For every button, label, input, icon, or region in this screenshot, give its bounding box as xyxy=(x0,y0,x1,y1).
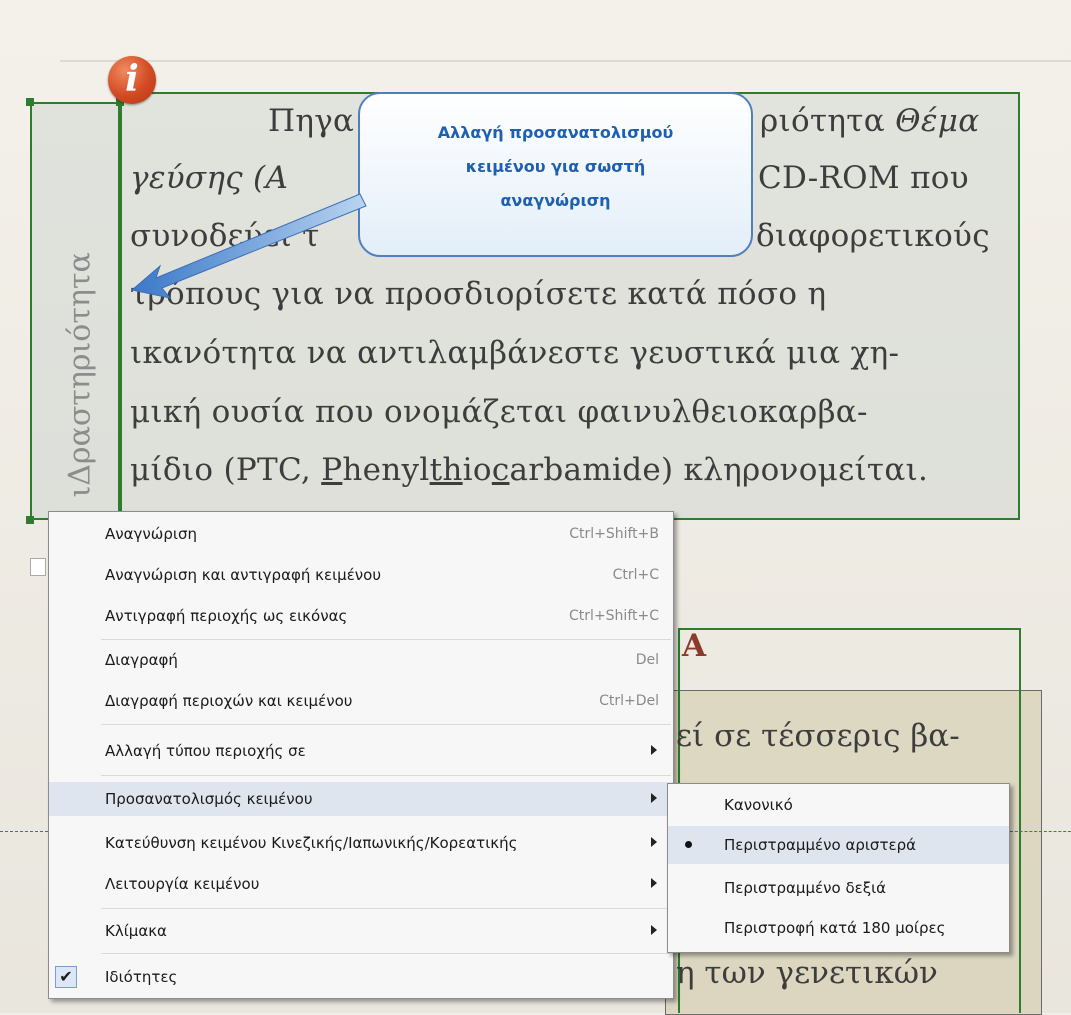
text-line-1-left: Πηγα xyxy=(268,103,355,139)
menu-item-label: Αλλαγή τύπου περιοχής σε xyxy=(105,742,306,760)
text-line-6: μική ουσία που ονομάζεται φαινυλθειοκαρβ… xyxy=(130,394,868,430)
lower-heading-letter: Α xyxy=(682,628,707,664)
dashed-guide-left xyxy=(0,831,48,832)
menu-item-label: Προσανατολισμός κειμένου xyxy=(105,790,313,808)
menu-item-label: Αντιγραφή περιοχής ως εικόνας xyxy=(105,607,348,625)
text-line-1-right: ριότητα Θέμα xyxy=(760,103,979,139)
text-line-1-right-plain: ριότητα xyxy=(760,103,896,139)
text-line-1-italic: Θέμα xyxy=(895,103,980,139)
menu-item-shortcut: Del xyxy=(635,652,659,668)
menu-separator xyxy=(101,908,671,909)
submenu-arrow-icon xyxy=(651,925,657,935)
submenu-item-label: Περιστροφή κατά 180 μοίρες xyxy=(724,919,946,937)
menu-item-label: Ιδιότητες xyxy=(105,968,178,986)
text-line-3-right: διαφορετικούς xyxy=(756,218,990,254)
lower-text-line-1: εί σε τέσσερις βα- xyxy=(676,718,960,754)
submenu-item-label: Περιστραμμένο αριστερά xyxy=(724,836,916,854)
text-line-7-mid1: henyl xyxy=(342,452,430,488)
text-line-7-pre: μίδιο (PTC, xyxy=(130,452,322,488)
submenu-item-normal[interactable]: Κανονικό xyxy=(668,786,1009,824)
menu-item-label: Διαγραφή περιοχών και κειμένου xyxy=(105,692,353,710)
submenu-item-rotated-right[interactable]: Περιστραμμένο δεξιά xyxy=(668,869,1009,907)
menu-item-recognize[interactable]: Αναγνώριση Ctrl+Shift+B xyxy=(49,517,673,551)
text-line-2-right: CD-ROM που xyxy=(758,160,969,196)
menu-item-scale[interactable]: Κλίμακα xyxy=(49,914,673,948)
menu-separator xyxy=(101,775,671,776)
menu-item-label: Κατεύθυνση κειμένου Κινεζικής/Ιαπωνικής/… xyxy=(105,834,518,852)
lower-text-line-last: η των γενετικών xyxy=(676,955,938,991)
radio-bullet-icon xyxy=(685,841,692,848)
menu-item-label: Αναγνώριση και αντιγραφή κειμένου xyxy=(105,566,382,584)
callout-text: Αλλαγή προσανατολισμού κειμένου για σωστ… xyxy=(437,123,674,210)
menu-item-label: Αναγνώριση xyxy=(105,525,197,543)
info-icon: i xyxy=(108,56,156,104)
menu-item-cjk-text-direction[interactable]: Κατεύθυνση κειμένου Κινεζικής/Ιαπωνικής/… xyxy=(49,826,673,860)
menu-item-label: Λειτουργία κειμένου xyxy=(105,875,260,893)
menu-separator xyxy=(101,639,671,640)
submenu-item-label: Κανονικό xyxy=(724,796,793,814)
submenu-item-label: Περιστραμμένο δεξιά xyxy=(724,879,887,897)
orientation-submenu: Κανονικό Περιστραμμένο αριστερά Περιστρα… xyxy=(667,783,1010,953)
menu-item-delete-areas-text[interactable]: Διαγραφή περιοχών και κειμένου Ctrl+Del xyxy=(49,684,673,718)
menu-item-shortcut: Ctrl+Shift+B xyxy=(569,526,659,542)
menu-item-label: Διαγραφή xyxy=(105,651,178,669)
dashed-guide-right xyxy=(1010,831,1071,832)
checkmark-icon: ✔ xyxy=(55,966,77,988)
submenu-arrow-icon xyxy=(651,793,657,803)
text-line-7-post: arbamide) κληρονομείται. xyxy=(509,452,929,488)
context-menu: Αναγνώριση Ctrl+Shift+B Αναγνώριση και α… xyxy=(48,511,674,999)
menu-separator xyxy=(101,953,671,954)
menu-item-change-area-type[interactable]: Αλλαγή τύπου περιοχής σε xyxy=(49,734,673,768)
menu-item-copy-area-as-image[interactable]: Αντιγραφή περιοχής ως εικόνας Ctrl+Shift… xyxy=(49,599,673,633)
text-line-7-u1: P xyxy=(321,452,343,488)
text-line-7-u2: th xyxy=(429,452,463,488)
callout-bubble: Αλλαγή προσανατολισμού κειμένου για σωστ… xyxy=(358,92,753,257)
menu-item-shortcut: Ctrl+Shift+C xyxy=(569,608,659,624)
menu-item-shortcut: Ctrl+C xyxy=(612,567,659,583)
callout-arrow-icon xyxy=(130,193,367,299)
menu-item-text-orientation[interactable]: Προσανατολισμός κειμένου xyxy=(49,782,673,816)
text-line-7: μίδιο (PTC, Phenylthiocarbamide) κληρονο… xyxy=(130,452,928,488)
menu-item-label: Κλίμακα xyxy=(105,922,167,940)
text-line-7-u3: c xyxy=(491,452,510,488)
text-line-5: ικανότητα να αντιλαμβάνεστε γευστικά μια… xyxy=(130,335,900,371)
menu-item-delete[interactable]: Διαγραφή Del xyxy=(49,643,673,677)
submenu-arrow-icon xyxy=(651,878,657,888)
text-line-7-mid2: io xyxy=(462,452,492,488)
menu-item-text-mode[interactable]: Λειτουργία κειμένου xyxy=(49,867,673,901)
submenu-item-rotated-left[interactable]: Περιστραμμένο αριστερά xyxy=(668,826,1009,864)
submenu-arrow-icon xyxy=(651,837,657,847)
submenu-arrow-icon xyxy=(651,745,657,755)
menu-item-recognize-copy[interactable]: Αναγνώριση και αντιγραφή κειμένου Ctrl+C xyxy=(49,558,673,592)
menu-item-shortcut: Ctrl+Del xyxy=(599,693,659,709)
menu-separator xyxy=(101,724,671,725)
menu-item-properties[interactable]: ✔ Ιδιότητες xyxy=(49,960,673,994)
submenu-item-rotate-180[interactable]: Περιστροφή κατά 180 μοίρες xyxy=(668,909,1009,947)
